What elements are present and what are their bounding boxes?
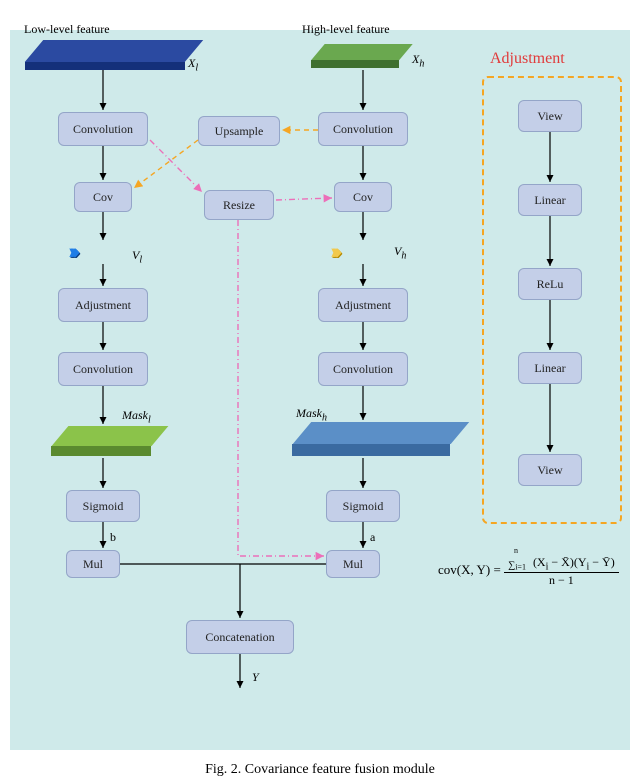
mask-l-label: Maskl <box>122 408 151 425</box>
left-convolution-2: Convolution <box>58 352 148 386</box>
formula-lhs: cov(X, Y) = <box>438 562 501 577</box>
right-convolution-1: Convolution <box>318 112 408 146</box>
right-cov: Cov <box>334 182 392 212</box>
left-mul: Mul <box>66 550 120 578</box>
vh-chevrons-icon: ››››› <box>330 238 337 264</box>
left-adjustment: Adjustment <box>58 288 148 322</box>
right-convolution-2: Convolution <box>318 352 408 386</box>
low-level-feature-label: Low-level feature <box>24 22 110 37</box>
right-mul: Mul <box>326 550 380 578</box>
left-convolution-1: Convolution <box>58 112 148 146</box>
left-cov: Cov <box>74 182 132 212</box>
xh-label: Xh <box>412 52 424 69</box>
mask-h-label: Maskh <box>296 406 327 423</box>
adjust-linear-1: Linear <box>518 184 582 216</box>
adjustment-title: Adjustment <box>490 50 565 68</box>
concatenation: Concatenation <box>186 620 294 654</box>
right-adjustment: Adjustment <box>318 288 408 322</box>
left-sigmoid: Sigmoid <box>66 490 140 522</box>
b-label: b <box>110 530 116 545</box>
diagram-canvas: Low-level feature High-level feature Xl … <box>0 0 640 784</box>
resize: Resize <box>204 190 274 220</box>
adjust-linear-2: Linear <box>518 352 582 384</box>
y-label: Y <box>252 670 259 685</box>
high-level-feature-label: High-level feature <box>302 22 390 37</box>
adjust-relu: ReLu <box>518 268 582 300</box>
upsample: Upsample <box>198 116 280 146</box>
vl-chevrons-icon: ››››› <box>68 238 75 264</box>
xl-label: Xl <box>188 56 198 73</box>
vl-label: Vl <box>132 248 142 265</box>
vh-label: Vh <box>394 244 406 261</box>
adjust-view-1: View <box>518 100 582 132</box>
covariance-formula: cov(X, Y) = ∑i=1n (Xi − X̄)(Yi − Ȳ) n − … <box>438 554 619 588</box>
a-label: a <box>370 530 375 545</box>
right-sigmoid: Sigmoid <box>326 490 400 522</box>
figure-caption: Fig. 2. Covariance feature fusion module <box>0 762 640 778</box>
adjust-view-2: View <box>518 454 582 486</box>
